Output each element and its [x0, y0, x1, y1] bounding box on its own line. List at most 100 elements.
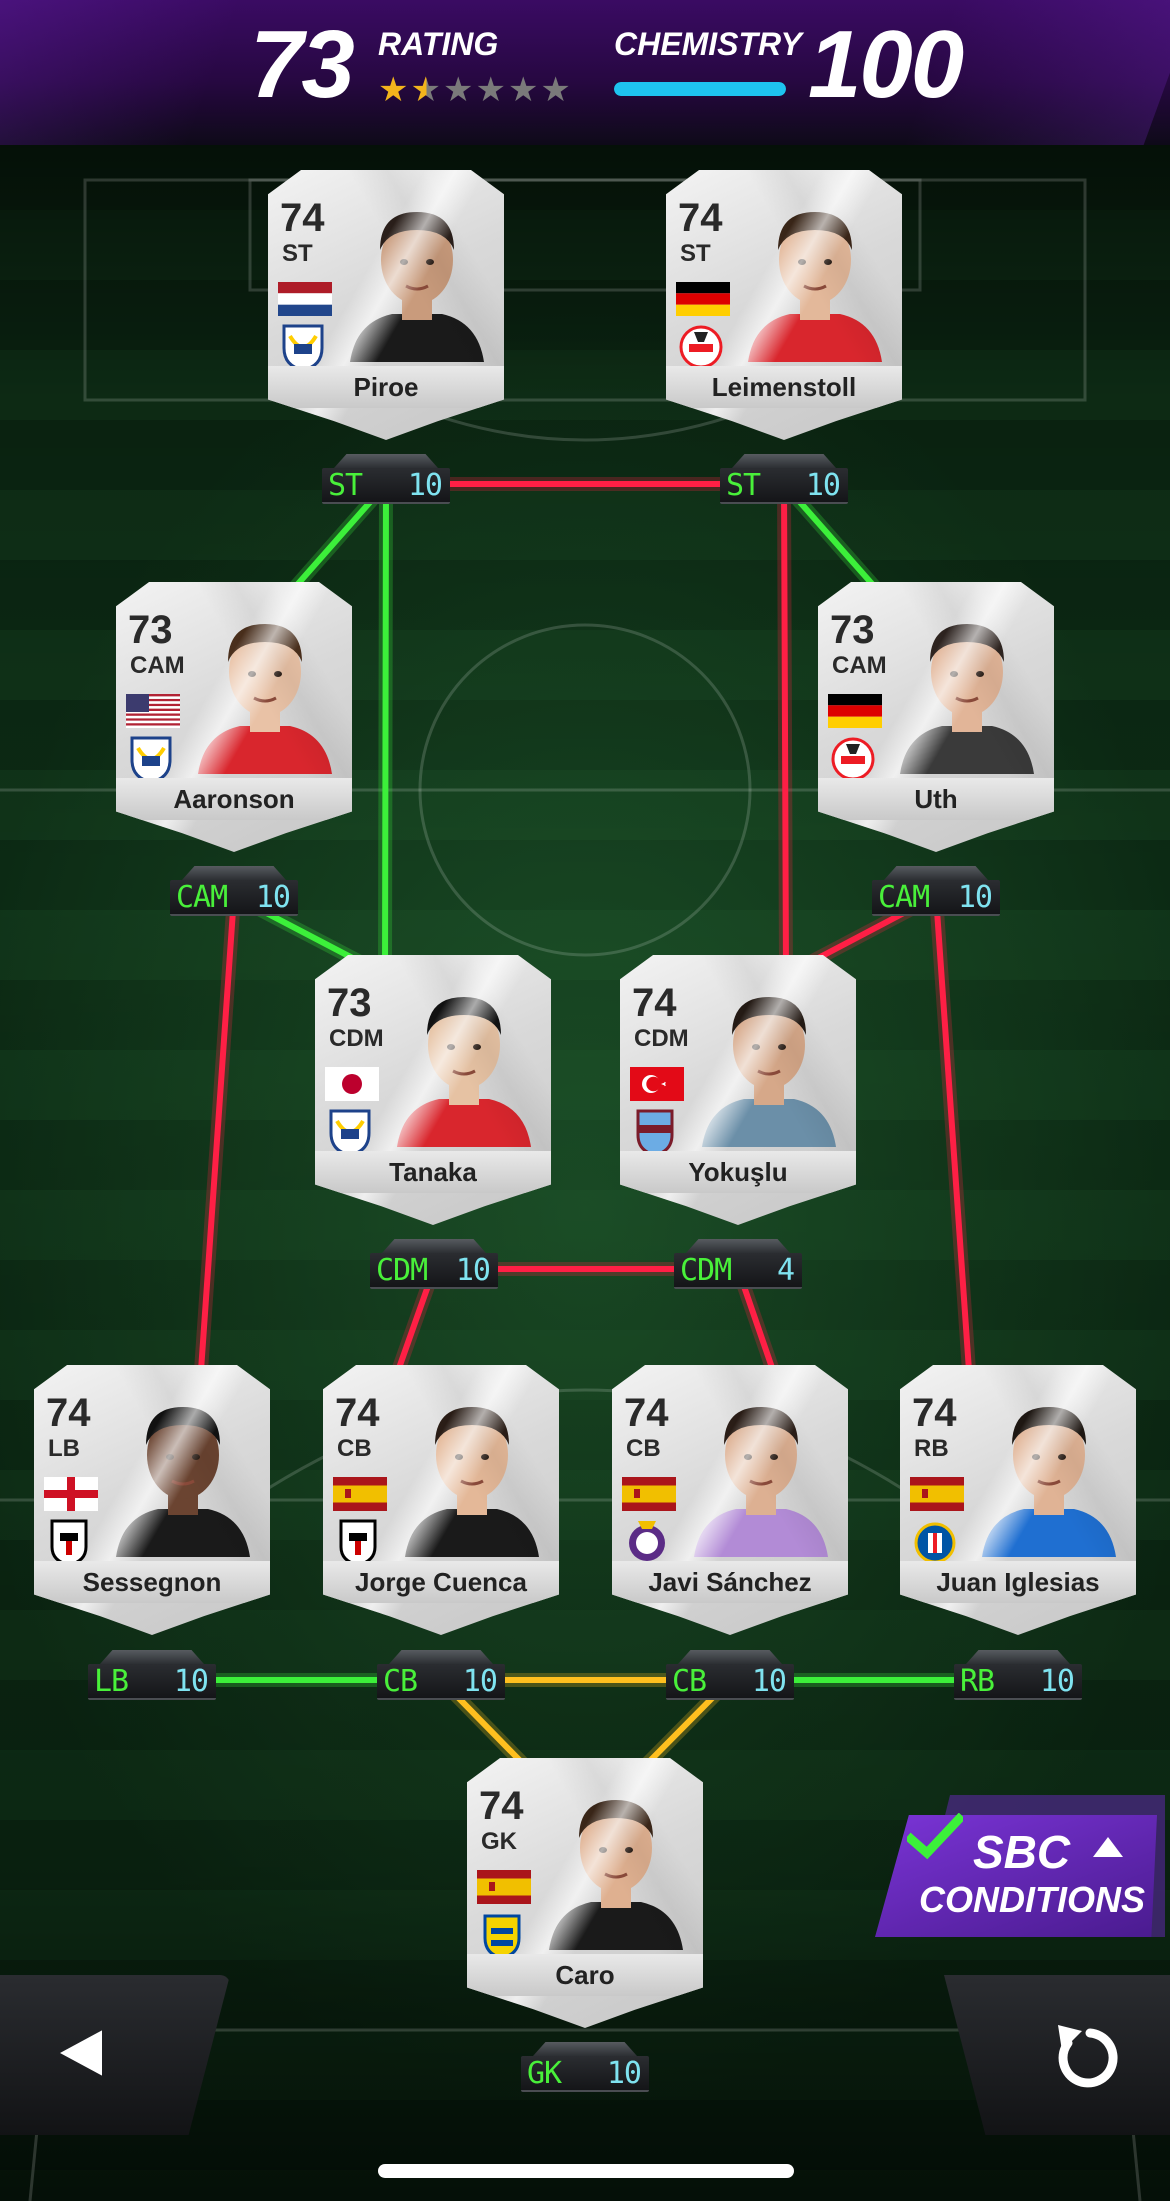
plate-top: [678, 1650, 782, 1664]
leeds-united-badge-icon: [128, 734, 174, 784]
player-card-position: CB: [337, 1435, 372, 1462]
star-icon: ★: [442, 71, 476, 109]
plate-top: [100, 1650, 204, 1664]
position-plate-yokuslu[interactable]: CDM 4: [674, 1239, 802, 1289]
star-icon: ★: [378, 71, 411, 109]
cadiz-badge-icon: [479, 1910, 525, 1960]
squad-header: 73 RATING ★★★★★★ CHEMISTRY 100: [0, 0, 1170, 145]
turkey-flag-icon: [630, 1067, 684, 1101]
player-name: Aaronson: [173, 784, 295, 814]
player-name: Uth: [914, 784, 958, 814]
position-plate-juan-iglesias[interactable]: RB 10: [954, 1650, 1082, 1700]
player-name: Jorge Cuenca: [355, 1567, 527, 1597]
slot-position: ST: [726, 468, 761, 503]
position-plate-sessegnon[interactable]: LB 10: [88, 1650, 216, 1700]
slot-chemistry: 10: [751, 1664, 787, 1699]
player-card-position: CDM: [634, 1025, 689, 1052]
spain-flag-icon: [622, 1477, 676, 1511]
rating-stars: ★★★★★★: [378, 70, 573, 110]
player-card-piroe[interactable]: 74 ST Piroe: [268, 170, 504, 440]
player-name: Tanaka: [389, 1157, 477, 1187]
player-card-juan-iglesias[interactable]: 74 RB Juan Iglesias: [900, 1365, 1136, 1635]
player-card-aaronson[interactable]: 73 CAM Aaronson: [116, 582, 352, 852]
getafe-badge-icon: [912, 1517, 958, 1567]
position-plate-uth[interactable]: CAM 10: [872, 866, 1000, 916]
position-plate-jorge-cuenca[interactable]: CB 10: [377, 1650, 505, 1700]
player-card-javi-sanchez[interactable]: 74 CB Javi Sánchez: [612, 1365, 848, 1635]
player-card-tanaka[interactable]: 73 CDM Tanaka: [315, 955, 551, 1225]
player-rating: 74: [678, 196, 723, 240]
leeds-united-badge-icon: [327, 1107, 373, 1157]
position-plate-piroe[interactable]: ST 10: [322, 454, 450, 504]
plate-top: [182, 866, 286, 880]
spain-flag-icon: [910, 1477, 964, 1511]
squad-builder-screen: 73 RATING ★★★★★★ CHEMISTRY 100 74 ST Piroe…: [0, 0, 1170, 2201]
chemistry-bar-fill: [614, 82, 786, 96]
slot-chemistry: 10: [805, 468, 841, 503]
player-rating: 74: [46, 1391, 91, 1435]
player-card-position: ST: [282, 240, 313, 267]
slot-chemistry: 4: [776, 1253, 795, 1288]
reset-button[interactable]: [944, 1975, 1170, 2135]
plate-top: [533, 2042, 637, 2056]
slot-chemistry: 10: [173, 1664, 209, 1699]
player-name: Juan Iglesias: [936, 1567, 1100, 1597]
slot-position: CAM: [176, 880, 228, 915]
squad-rating-label: RATING: [378, 26, 499, 62]
chemistry-link-red: [197, 893, 237, 1388]
chemistry-link-green: [382, 481, 389, 978]
chemistry-link-red: [781, 481, 789, 978]
chemistry-bar: [614, 82, 786, 96]
position-plate-caro[interactable]: GK 10: [521, 2042, 649, 2092]
star-icon: ★: [475, 71, 508, 109]
sbc-conditions-subtitle: CONDITIONS: [919, 1879, 1146, 1920]
star-icon: ★: [540, 71, 573, 109]
home-indicator[interactable]: [378, 2164, 794, 2178]
slot-position: GK: [527, 2056, 562, 2091]
slot-chemistry: 10: [606, 2056, 642, 2091]
slot-chemistry: 10: [455, 1253, 491, 1288]
sbc-conditions-button[interactable]: SBC CONDITIONS: [875, 1795, 1170, 1945]
slot-chemistry: 10: [957, 880, 993, 915]
checkmark-icon: [907, 1813, 963, 1860]
back-button[interactable]: [0, 1975, 230, 2135]
position-plate-leimenstoll[interactable]: ST 10: [720, 454, 848, 504]
fc-koln-badge-icon: [678, 322, 724, 372]
fc-koln-badge-icon: [830, 734, 876, 784]
slot-position: CAM: [878, 880, 930, 915]
player-card-position: CDM: [329, 1025, 384, 1052]
plate-top: [966, 1650, 1070, 1664]
spain-flag-icon: [477, 1870, 531, 1904]
back-triangle-icon: [60, 2030, 102, 2076]
player-card-jorge-cuenca[interactable]: 74 CB Jorge Cuenca: [323, 1365, 559, 1635]
player-card-yokuslu[interactable]: 74 CDM Yokuşlu: [620, 955, 856, 1225]
reset-arrow-icon: [1058, 2025, 1118, 2088]
player-card-position: GK: [481, 1828, 517, 1855]
player-rating: 74: [624, 1391, 669, 1435]
player-card-caro[interactable]: 74 GK Caro: [467, 1758, 703, 2028]
position-plate-javi-sanchez[interactable]: CB 10: [666, 1650, 794, 1700]
player-card-uth[interactable]: 73 CAM Uth: [818, 582, 1054, 852]
real-valladolid-badge-icon: [624, 1517, 670, 1567]
slot-position: CB: [383, 1664, 418, 1699]
player-name: Sessegnon: [82, 1567, 222, 1597]
slot-position: CB: [672, 1664, 707, 1699]
player-card-position: CAM: [832, 652, 887, 679]
trabzonspor-badge-icon: [632, 1107, 678, 1157]
position-plate-tanaka[interactable]: CDM 10: [370, 1239, 498, 1289]
fulham-badge-icon: [46, 1517, 92, 1567]
player-card-leimenstoll[interactable]: 74 ST Leimenstoll: [666, 170, 902, 440]
usa-flag-icon: [126, 694, 180, 728]
netherlands-flag-icon: [278, 282, 332, 316]
player-rating: 73: [327, 981, 372, 1025]
header-stripe-left: [0, 0, 241, 145]
caret-up-icon: [1093, 1837, 1123, 1857]
fulham-badge-icon: [335, 1517, 381, 1567]
slot-chemistry: 10: [407, 468, 443, 503]
player-card-sessegnon[interactable]: 74 LB Sessegnon: [34, 1365, 270, 1635]
germany-flag-icon: [828, 694, 882, 728]
position-plate-aaronson[interactable]: CAM 10: [170, 866, 298, 916]
england-flag-icon: [44, 1477, 98, 1511]
chemistry-label: CHEMISTRY: [614, 26, 802, 62]
plate-top: [732, 454, 836, 468]
